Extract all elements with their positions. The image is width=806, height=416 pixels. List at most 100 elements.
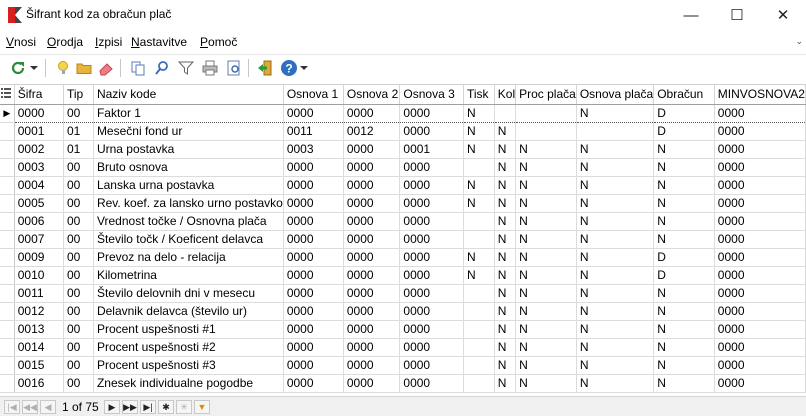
row-indicator-icon[interactable] [0,320,15,339]
row-indicator-icon[interactable] [0,140,15,159]
open-folder-icon[interactable] [74,58,94,78]
cell-tisk[interactable] [463,374,495,393]
cell-sifra[interactable]: 0006 [14,212,65,231]
cell-sifra[interactable]: 0011 [14,284,65,303]
cell-sifra[interactable]: 0007 [14,230,65,249]
cell-tisk[interactable] [463,302,495,321]
cell-osnova-placa[interactable]: N [576,266,655,285]
cell-tisk[interactable] [463,158,495,177]
cell-obracun[interactable]: N [653,230,715,249]
cell-naziv-kode[interactable]: Faktor 1 [93,103,284,123]
cell-obracun[interactable]: D [653,266,715,285]
cell-tip[interactable]: 00 [63,266,94,285]
cell-osnova-placa[interactable] [576,122,655,141]
cell-proc-placa[interactable] [515,122,577,141]
cell-naziv-kode[interactable]: Kilometrina [93,266,284,285]
cell-proc-placa[interactable]: N [515,374,577,393]
cell-tip[interactable]: 00 [63,356,94,375]
cell-kol[interactable]: N [494,284,517,303]
cell-kol[interactable]: N [494,212,517,231]
cell-obracun[interactable]: N [653,176,715,195]
column-header-naziv-kode[interactable]: Naziv kode [93,85,284,105]
filter-icon[interactable] [176,58,196,78]
cell-osnova-2[interactable]: 0000 [343,176,401,195]
cell-osnova-1[interactable]: 0000 [283,158,344,177]
next-record-button[interactable]: ▶ [104,400,120,414]
cell-osnova-1[interactable]: 0000 [283,338,344,357]
search-icon[interactable] [152,58,172,78]
column-header-proc-placa[interactable]: Proc plača [515,85,577,105]
table-row[interactable]: 0005 00 Rev. koef. za lansko urno postavko… [0,194,806,213]
next-page-button[interactable]: ▶▶ [122,400,138,414]
dropdown-arrow-icon[interactable] [28,58,40,78]
cell-minvosnova2[interactable]: 0000 [714,212,806,231]
cell-proc-placa[interactable]: N [515,248,577,267]
cell-proc-placa[interactable]: N [515,230,577,249]
cell-tip[interactable]: 00 [63,248,94,267]
row-indicator-icon[interactable] [0,176,15,195]
row-indicator-icon[interactable] [0,212,15,231]
cell-osnova-placa[interactable]: N [576,212,655,231]
cell-sifra[interactable]: 0015 [14,356,65,375]
cell-naziv-kode[interactable]: Rev. koef. za lansko urno postavko [93,194,284,213]
cell-proc-placa[interactable]: N [515,302,577,321]
cell-osnova-2[interactable]: 0000 [343,338,401,357]
cell-osnova-2[interactable]: 0000 [343,103,401,123]
cell-kol[interactable]: N [494,158,517,177]
cell-naziv-kode[interactable]: Bruto osnova [93,158,284,177]
menu-orodja[interactable]: Orodja [47,35,83,49]
cell-tip[interactable]: 01 [63,140,94,159]
cell-kol[interactable]: N [494,266,517,285]
toolbar-overflow-icon[interactable] [298,58,310,78]
cell-tisk[interactable] [463,230,495,249]
cell-osnova-1[interactable]: 0000 [283,194,344,213]
cell-sifra[interactable]: 0005 [14,194,65,213]
cell-minvosnova2[interactable]: 0000 [714,284,806,303]
cell-tip[interactable]: 00 [63,284,94,303]
cell-obracun[interactable]: N [653,356,715,375]
cell-obracun[interactable]: D [653,103,715,123]
cell-tisk[interactable]: N [463,176,495,195]
cell-tip[interactable]: 00 [63,320,94,339]
cell-kol[interactable]: N [494,248,517,267]
cell-osnova-2[interactable]: 0000 [343,302,401,321]
cell-osnova-1[interactable]: 0000 [283,248,344,267]
cell-minvosnova2[interactable]: 0000 [714,248,806,267]
cell-osnova-3[interactable]: 0000 [399,302,464,321]
cell-tip[interactable]: 00 [63,230,94,249]
cell-osnova-1[interactable]: 0000 [283,374,344,393]
cell-minvosnova2[interactable]: 0000 [714,320,806,339]
cell-minvosnova2[interactable]: 0000 [714,266,806,285]
cell-obracun[interactable]: D [653,248,715,267]
table-row[interactable]: 0002 01 Urna postavka 0003 0000 0001 N N N N N 0000 [0,140,806,159]
cell-obracun[interactable]: N [653,140,715,159]
table-row[interactable]: 0013 00 Procent uspešnosti #1 0000 0000 0000 N… [0,320,806,339]
row-indicator-icon[interactable] [0,230,15,249]
close-button[interactable]: ✕ [760,0,806,30]
print-preview-icon[interactable] [224,58,244,78]
row-indicator-icon[interactable] [0,374,15,393]
cell-minvosnova2[interactable]: 0000 [714,230,806,249]
row-indicator-icon[interactable] [0,302,15,321]
cell-kol[interactable]: N [494,320,517,339]
cell-osnova-placa[interactable]: N [576,103,655,123]
copy-icon[interactable] [128,58,148,78]
cell-tip[interactable]: 01 [63,122,94,141]
new-record-icon[interactable] [52,58,72,78]
cell-osnova-placa[interactable]: N [576,320,655,339]
cell-osnova-1[interactable]: 0000 [283,320,344,339]
cell-osnova-1[interactable]: 0000 [283,176,344,195]
cell-kol[interactable]: N [494,122,517,141]
cell-osnova-3[interactable]: 0000 [399,230,464,249]
table-row[interactable]: 0012 00 Delavnik delavca (število ur) 0000 0… [0,302,806,321]
cell-osnova-2[interactable]: 0000 [343,140,401,159]
cell-naziv-kode[interactable]: Prevoz na delo - relacija [93,248,284,267]
table-row[interactable]: ▶ 0000 00 Faktor 1 0000 0000 0000 N N D 0000 [0,103,806,123]
column-header-osnova-1[interactable]: Osnova 1 [283,85,344,105]
cell-kol[interactable]: N [494,176,517,195]
cell-osnova-3[interactable]: 0000 [399,338,464,357]
menu-nastavitve[interactable]: Nastavitve [131,35,187,49]
cell-osnova-2[interactable]: 0000 [343,212,401,231]
cell-osnova-2[interactable]: 0000 [343,356,401,375]
cell-osnova-placa[interactable]: N [576,356,655,375]
